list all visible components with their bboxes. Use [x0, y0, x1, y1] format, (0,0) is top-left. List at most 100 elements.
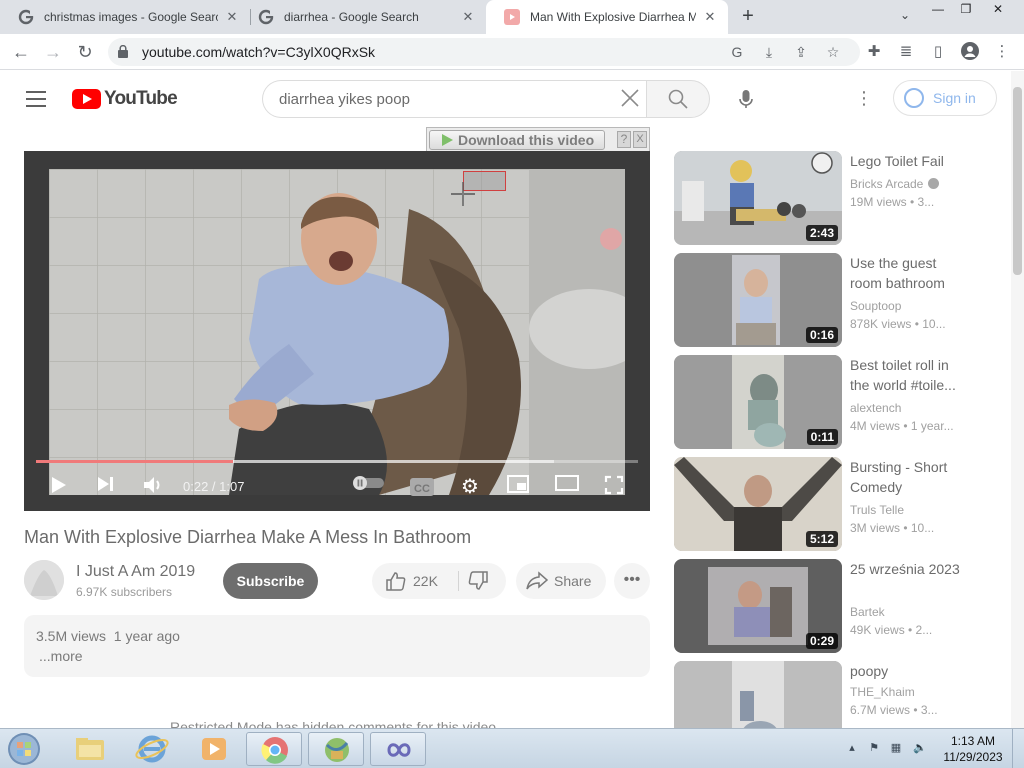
install-app-icon[interactable]: ⤓ — [760, 43, 778, 61]
search-query-text[interactable]: diarrhea yikes poop — [279, 91, 410, 108]
video-thumbnail[interactable]: 2:43 — [674, 151, 842, 245]
video-thumbnail[interactable]: 5:12 — [674, 457, 842, 551]
search-button[interactable] — [646, 80, 710, 118]
google-lens-icon[interactable]: G — [728, 43, 746, 61]
video-thumbnail[interactable]: 0:11 — [674, 355, 842, 449]
recommendation-title[interactable]: Lego Toilet Fail — [850, 151, 962, 171]
channel-avatar[interactable] — [24, 560, 64, 600]
fullscreen-icon[interactable] — [602, 475, 626, 499]
clear-search-icon[interactable] — [619, 88, 641, 110]
share-page-icon[interactable]: ⇪ — [792, 43, 810, 61]
recommendation-channel[interactable]: Bartek — [850, 605, 885, 619]
forward-arrow-icon[interactable]: → — [42, 41, 64, 63]
dislike-button[interactable] — [459, 563, 506, 599]
chrome-menu-icon[interactable]: ⋮ — [992, 42, 1012, 62]
close-icon[interactable]: ✕ — [460, 9, 476, 25]
recommendation-channel[interactable]: Souptoop — [850, 299, 901, 313]
app-icon[interactable] — [308, 732, 364, 766]
autoplay-toggle[interactable] — [352, 475, 386, 499]
close-icon[interactable]: ✕ — [224, 9, 240, 25]
page-scroll-thumb[interactable] — [1013, 87, 1022, 275]
start-button[interactable] — [4, 731, 44, 767]
channel-name[interactable]: I Just A Am 2019 — [76, 563, 195, 581]
side-panel-icon[interactable]: ▯ — [928, 42, 948, 62]
volume-muted-icon[interactable]: 🔈 — [912, 741, 928, 757]
recommendation-item[interactable]: 0:16 Use the guest room bathroom Souptoo… — [674, 253, 974, 347]
network-icon[interactable]: ▦ — [888, 741, 904, 757]
search-input[interactable]: diarrhea yikes poop — [262, 80, 646, 118]
recommendation-item[interactable]: 5:12 Bursting - Short Comedy Truls Telle… — [674, 457, 974, 551]
video-player[interactable]: 0:22 / 1:07 CC ⚙ — [24, 151, 650, 511]
url-text[interactable]: youtube.com/watch?v=C3ylX0QRxSk — [142, 44, 375, 60]
address-bar[interactable]: youtube.com/watch?v=C3ylX0QRxSk G ⤓ ⇪ ☆ — [108, 38, 860, 66]
share-button[interactable]: Share — [516, 563, 606, 599]
window-close-button[interactable]: ✕ — [984, 2, 1012, 18]
show-desktop-button[interactable] — [1012, 729, 1024, 768]
show-hidden-icons[interactable]: ▴ — [844, 741, 860, 757]
progress-bar[interactable] — [36, 460, 638, 463]
tab-youtube-video[interactable]: Man With Explosive Diarrhea Make A Mess … — [486, 0, 728, 34]
tab-christmas-images[interactable]: christmas images - Google Search ✕ — [0, 0, 250, 34]
miniplayer-icon[interactable] — [506, 475, 530, 499]
description-box[interactable]: 3.5M views 1 year ago ...more — [24, 615, 650, 677]
explorer-icon[interactable] — [62, 732, 118, 766]
tab-diarrhea-search[interactable]: diarrhea - Google Search ✕ — [240, 0, 486, 34]
minimize-button[interactable]: — — [924, 2, 952, 18]
recommendation-channel[interactable]: Truls Telle — [850, 503, 904, 517]
close-icon[interactable]: ✕ — [702, 9, 718, 25]
youtube-page: YouTube diarrhea yikes poop ⋮ Sign in Do… — [0, 71, 1024, 728]
clock-date[interactable]: 11/29/2023 — [940, 750, 1006, 764]
action-center-flag-icon[interactable]: ⚑ — [866, 741, 882, 757]
recommendation-item[interactable]: 0:11 Best toilet roll in the world #toil… — [674, 355, 974, 449]
new-tab-button[interactable]: + — [736, 6, 760, 28]
media-controls-icon[interactable]: ≣ — [896, 42, 916, 62]
media-player-icon[interactable] — [186, 732, 242, 766]
recommendation-channel[interactable]: Bricks Arcade — [850, 177, 940, 191]
download-close-button[interactable]: X — [633, 131, 647, 148]
next-video-icon[interactable] — [94, 475, 118, 499]
more-actions-icon[interactable]: ••• — [614, 563, 650, 599]
internet-explorer-icon[interactable] — [124, 732, 180, 766]
bookmark-star-icon[interactable]: ☆ — [824, 43, 842, 61]
recommendation-title[interactable]: Use the guest room bathroom — [850, 253, 962, 293]
volume-icon[interactable] — [140, 475, 166, 499]
subscribe-button[interactable]: Subscribe — [223, 563, 318, 599]
like-button[interactable]: 22K — [372, 563, 458, 599]
tab-search-chevron-icon[interactable]: ⌄ — [896, 8, 914, 26]
settings-gear-icon[interactable]: ⚙ — [458, 475, 482, 499]
recommendation-title[interactable]: Best toilet roll in the world #toile... — [850, 355, 962, 395]
page-scrollbar[interactable] — [1011, 71, 1024, 728]
download-video-button[interactable]: Download this video — [429, 130, 605, 150]
restore-button[interactable]: ❐ — [952, 2, 980, 18]
clock-time[interactable]: 1:13 AM — [948, 734, 998, 748]
recommendation-title[interactable]: poopy — [850, 661, 962, 681]
voice-search-button[interactable] — [730, 83, 762, 115]
recommendation-title[interactable]: Bursting - Short Comedy — [850, 457, 962, 497]
recommendation-title[interactable]: 25 września 2023 — [850, 559, 962, 579]
theater-mode-icon[interactable] — [554, 475, 580, 499]
recommendation-item[interactable]: 2:43 Lego Toilet Fail Bricks Arcade 19M … — [674, 151, 974, 245]
chrome-icon[interactable] — [246, 732, 302, 766]
description-more-link[interactable]: ...more — [39, 648, 83, 664]
settings-more-icon[interactable]: ⋮ — [854, 87, 874, 111]
video-frame[interactable] — [49, 169, 625, 495]
user-avatar-icon — [904, 88, 924, 108]
video-thumbnail[interactable] — [674, 661, 842, 728]
video-thumbnail[interactable]: 0:29 — [674, 559, 842, 653]
download-help-button[interactable]: ? — [617, 131, 631, 148]
recommendation-channel[interactable]: alextench — [850, 401, 901, 415]
video-thumbnail[interactable]: 0:16 — [674, 253, 842, 347]
hamburger-menu-icon[interactable] — [26, 91, 46, 107]
extensions-puzzle-icon[interactable]: ✚ — [864, 42, 884, 62]
reload-icon[interactable]: ↻ — [74, 41, 96, 63]
recommendation-item[interactable]: 0:29 25 września 2023 Bartek 49K views •… — [674, 559, 974, 653]
captions-button[interactable]: CC — [410, 478, 434, 496]
recommendation-item[interactable]: poopy THE_Khaim 6.7M views • 3... — [674, 661, 974, 728]
infinity-app-icon[interactable] — [370, 732, 426, 766]
youtube-logo[interactable]: YouTube — [72, 88, 178, 110]
recommendation-channel[interactable]: THE_Khaim — [850, 685, 915, 699]
sign-in-button[interactable]: Sign in — [893, 80, 997, 116]
profile-icon[interactable] — [960, 42, 980, 62]
back-arrow-icon[interactable]: ← — [10, 41, 32, 63]
play-icon[interactable] — [48, 475, 70, 499]
